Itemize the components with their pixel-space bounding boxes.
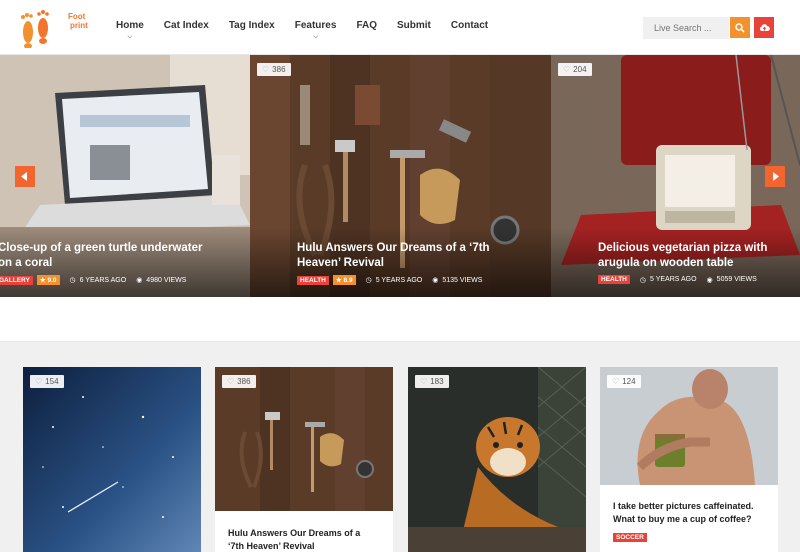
cloud-upload-icon bbox=[759, 24, 770, 31]
likes-badge[interactable]: ♡ 386 bbox=[222, 375, 256, 388]
eye-icon: ◉ bbox=[706, 276, 713, 284]
likes-badge[interactable]: ♡ 183 bbox=[415, 375, 449, 388]
card-2-title-line1: Hulu Answers Our Dreams of a bbox=[228, 528, 361, 538]
slide-3-title-line1: Delicious vegetarian pizza with bbox=[598, 242, 768, 254]
slide-1[interactable]: Close-up of a green turtle underwater on… bbox=[0, 55, 250, 297]
clock-icon: ◷ bbox=[639, 276, 646, 284]
category-badge[interactable]: SOCCER bbox=[613, 533, 647, 542]
post-card-2[interactable]: ♡ 386 Hulu Answers Our Dreams of a ‘7th H… bbox=[215, 367, 393, 552]
time-ago: 6 YEARS AGO bbox=[79, 276, 127, 284]
card-3-image bbox=[408, 367, 586, 552]
rating-value: 9.0 bbox=[47, 277, 57, 284]
rating-badge: ★ 8.9 bbox=[332, 275, 356, 285]
slide-1-meta: GALLERY ★ 9.0 ◷ 6 YEARS AGO ◉ 4980 VIEWS bbox=[0, 275, 186, 285]
chevron-down-icon: ⌵ bbox=[127, 34, 133, 40]
card-2-title[interactable]: Hulu Answers Our Dreams of a ‘7th Heaven… bbox=[215, 527, 373, 552]
nav-contact[interactable]: Contact bbox=[451, 20, 488, 31]
live-search-input[interactable] bbox=[643, 17, 729, 39]
likes-count: 204 bbox=[573, 65, 587, 74]
category-badge[interactable]: HEALTH bbox=[297, 275, 329, 285]
heart-icon: ♡ bbox=[420, 377, 428, 386]
nav-features-label: Features bbox=[294, 20, 337, 31]
likes-count: 124 bbox=[622, 377, 636, 386]
category-badge[interactable]: GALLERY bbox=[0, 275, 33, 285]
likes-badge[interactable]: ♡ 124 bbox=[607, 375, 641, 388]
rating-value: 8.9 bbox=[343, 277, 353, 284]
nav-home[interactable]: Home ⌵ bbox=[116, 20, 144, 40]
time-ago: 5 YEARS AGO bbox=[375, 276, 423, 284]
card-2-title-line2: ‘7th Heaven’ Revival bbox=[228, 541, 315, 551]
nav-features[interactable]: Features ⌵ bbox=[294, 20, 337, 40]
logo-text-line1: Foot bbox=[68, 12, 86, 21]
likes-badge[interactable]: ♡ 204 bbox=[558, 63, 592, 76]
likes-count: 386 bbox=[237, 377, 251, 386]
search-icon bbox=[735, 22, 745, 33]
card-4-title-line2: Wnat to buy me a cup of coffee? bbox=[613, 514, 752, 524]
nav-tag-index[interactable]: Tag Index bbox=[229, 20, 275, 31]
chevron-left-icon bbox=[21, 172, 27, 181]
slide-2-title-line1: Hulu Answers Our Dreams of a ‘7th bbox=[297, 242, 490, 254]
nav-cat-index[interactable]: Cat Index bbox=[164, 20, 209, 31]
likes-badge[interactable]: ♡ 154 bbox=[30, 375, 64, 388]
heart-icon: ♡ bbox=[35, 377, 43, 386]
slide-3-title-line2: arugula on wooden table bbox=[598, 257, 734, 269]
rating-badge: ★ 9.0 bbox=[36, 275, 60, 285]
logo-text: Foot print bbox=[68, 12, 88, 30]
card-4-body: I take better pictures caffeinated. Wnat… bbox=[600, 500, 778, 544]
likes-badge[interactable]: ♡ 386 bbox=[257, 63, 291, 76]
view-count: 4980 VIEWS bbox=[146, 276, 187, 284]
slide-2-title-line2: Heaven’ Revival bbox=[297, 257, 384, 269]
eye-icon: ◉ bbox=[432, 277, 439, 284]
slide-2[interactable]: ♡ 386 Hulu Answers Our Dreams of a ‘7th H… bbox=[250, 55, 551, 297]
heart-icon: ♡ bbox=[227, 377, 235, 386]
card-4-title[interactable]: I take better pictures caffeinated. Wnat… bbox=[600, 500, 778, 526]
search-button[interactable] bbox=[730, 17, 750, 38]
featured-slider: Close-up of a green turtle underwater on… bbox=[0, 55, 800, 297]
slide-2-title[interactable]: Hulu Answers Our Dreams of a ‘7th Heaven… bbox=[297, 241, 490, 271]
clock-icon: ◷ bbox=[365, 277, 372, 284]
heart-icon: ♡ bbox=[563, 65, 571, 74]
post-card-4[interactable]: ♡ 124 I take better pictures caffeinated.… bbox=[600, 367, 778, 552]
main-nav: Home ⌵ Cat Index Tag Index Features ⌵ FAQ … bbox=[116, 20, 508, 40]
footprint-logo[interactable]: Foot print bbox=[18, 6, 88, 49]
upload-button[interactable] bbox=[754, 17, 774, 38]
logo-text-line2: print bbox=[70, 21, 88, 30]
time-ago: 5 YEARS AGO bbox=[650, 276, 697, 283]
chevron-right-icon bbox=[773, 172, 779, 181]
view-count: 5059 VIEWS bbox=[716, 276, 757, 283]
slide-3-title[interactable]: Delicious vegetarian pizza with arugula … bbox=[598, 241, 767, 271]
slider-prev-button[interactable] bbox=[15, 166, 35, 187]
footprint-icon bbox=[21, 10, 49, 49]
nav-faq[interactable]: FAQ bbox=[356, 20, 377, 31]
nav-submit[interactable]: Submit bbox=[397, 20, 431, 31]
slide-1-title-line2: on a coral bbox=[0, 257, 53, 269]
slide-3-meta: HEALTH ◷ 5 YEARS AGO ◉ 5059 VIEWS bbox=[598, 275, 757, 284]
heart-icon: ♡ bbox=[612, 377, 620, 386]
likes-count: 154 bbox=[45, 377, 59, 386]
section-divider bbox=[0, 297, 800, 342]
heart-icon: ♡ bbox=[262, 65, 270, 74]
slide-3[interactable]: ♡ 204 Delicious vegetarian pizza with aru… bbox=[551, 55, 800, 297]
view-count: 5135 VIEWS bbox=[442, 276, 483, 284]
nav-home-label: Home bbox=[116, 20, 144, 31]
likes-count: 183 bbox=[430, 377, 444, 386]
eye-icon: ◉ bbox=[136, 277, 143, 284]
card-4-title-line1: I take better pictures caffeinated. bbox=[613, 501, 754, 511]
card-1-image bbox=[23, 367, 201, 552]
post-card-3[interactable]: ♡ 183 bbox=[408, 367, 586, 552]
card-2-image bbox=[215, 367, 393, 511]
post-card-1[interactable]: ♡ 154 bbox=[23, 367, 201, 552]
slider-next-button[interactable] bbox=[765, 166, 785, 187]
site-header: Foot print Home ⌵ Cat Index Tag Index Fea… bbox=[0, 0, 800, 55]
slide-1-title[interactable]: Close-up of a green turtle underwater on… bbox=[0, 241, 202, 271]
chevron-down-icon: ⌵ bbox=[313, 34, 318, 40]
likes-count: 386 bbox=[272, 65, 286, 74]
category-badge[interactable]: HEALTH bbox=[598, 275, 630, 284]
slide-1-title-line1: Close-up of a green turtle underwater bbox=[0, 242, 203, 254]
slide-2-meta: HEALTH ★ 8.9 ◷ 5 YEARS AGO ◉ 5135 VIEWS bbox=[297, 275, 482, 285]
clock-icon: ◷ bbox=[69, 277, 76, 284]
